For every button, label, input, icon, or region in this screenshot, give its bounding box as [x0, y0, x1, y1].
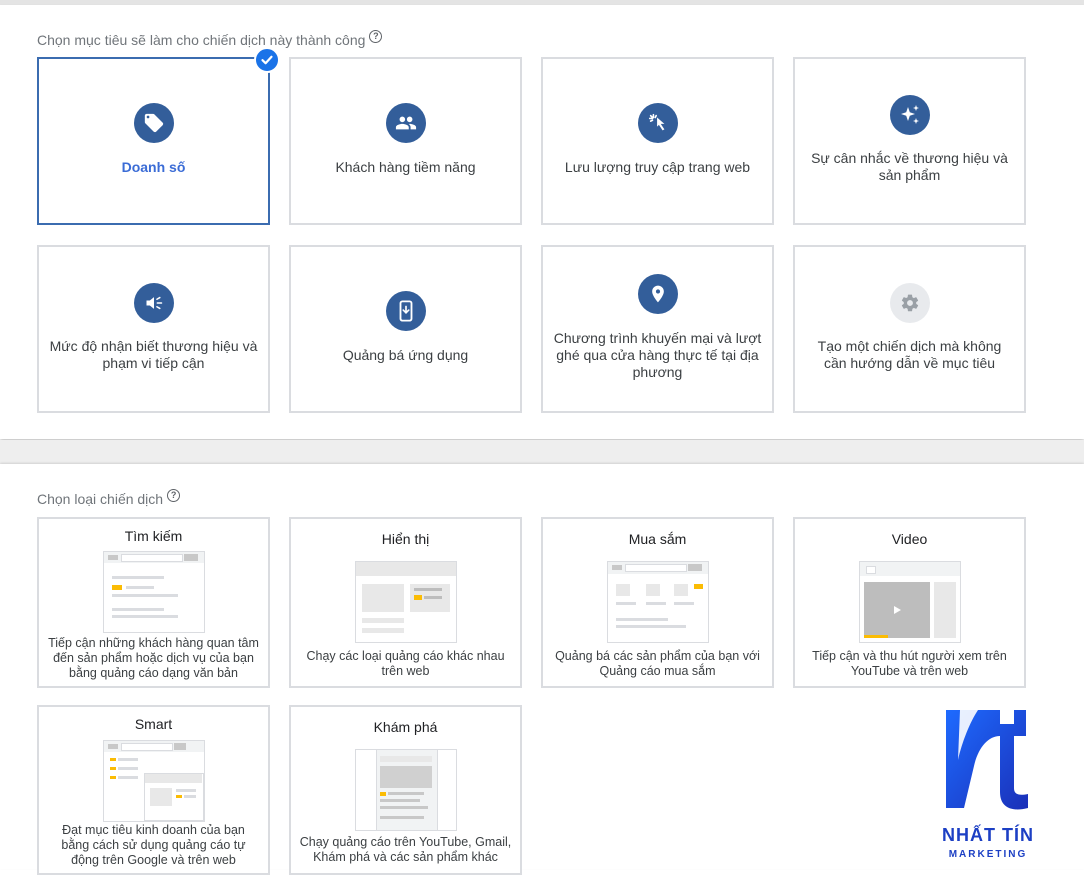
campaign-type-title: Khám phá [373, 719, 438, 735]
campaign-type-title: Tìm kiếm [124, 528, 183, 544]
megaphone-icon [133, 283, 174, 323]
campaign-type-description: Tiếp cận và thu hút người xem trên YouTu… [812, 649, 1007, 678]
goal-label: Mức độ nhận biết thương hiệu và phạm vi … [49, 338, 258, 371]
type-section-title-text: Chọn loại chiến dịch [37, 491, 164, 507]
goal-panel: Chọn mục tiêu sẽ làm cho chiến dịch này … [0, 5, 1084, 439]
nhat-tin-logo: NHẤT TÍN MARKETING [938, 708, 1048, 868]
goal-label: Tạo một chiến dịch mà không cần hướng dẫ… [817, 338, 1002, 371]
smart-preview-thumbnail [102, 740, 205, 822]
display-preview-thumbnail [354, 561, 457, 643]
search-preview-thumbnail [102, 551, 205, 633]
help-icon[interactable]: ? [167, 488, 181, 502]
campaign-type-title: Hiển thị [381, 531, 430, 547]
tag-icon [133, 103, 174, 143]
goal-card-local-store[interactable]: Chương trình khuyến mại và lượt ghé qua … [541, 245, 774, 413]
campaign-type-search[interactable]: Tìm kiếm Tiếp cận những khách hàng quan … [37, 517, 270, 688]
campaign-type-description: Quảng bá các sản phẩm của bạn với Quảng … [555, 649, 760, 678]
logo-subtitle: MARKETING [948, 849, 1028, 860]
discovery-preview-thumbnail [354, 749, 457, 831]
goal-label: Chương trình khuyến mại và lượt ghé qua … [553, 330, 762, 380]
play-icon [893, 606, 901, 614]
cursor-click-icon [637, 103, 678, 143]
gear-icon [889, 283, 930, 323]
video-preview-thumbnail [858, 561, 961, 643]
people-icon [385, 103, 426, 143]
goal-card-website-traffic[interactable]: Lưu lượng truy cập trang web [541, 57, 774, 225]
campaign-type-description: Chạy các loại quảng cáo khác nhau trên w… [306, 649, 505, 678]
phone-download-icon [385, 291, 426, 331]
goal-card-app-promotion[interactable]: Quảng bá ứng dụng [289, 245, 522, 413]
goal-label: Khách hàng tiềm năng [335, 159, 476, 175]
shopping-preview-thumbnail [606, 561, 709, 643]
campaign-type-shopping[interactable]: Mua sắm Quảng bá các sản phẩm của bạn vớ… [541, 517, 774, 688]
campaign-type-title: Smart [134, 716, 173, 732]
campaign-type-display[interactable]: Hiển thị Chạy các loại quảng cáo khác nh… [289, 517, 522, 688]
type-section-title: Chọn loại chiến dịch ? [37, 488, 181, 507]
sparkle-icon [889, 95, 930, 135]
goal-section-title: Chọn mục tiêu sẽ làm cho chiến dịch này … [37, 29, 383, 48]
goal-section-title-text: Chọn mục tiêu sẽ làm cho chiến dịch này … [37, 32, 366, 48]
campaign-type-description: Chạy quảng cáo trên YouTube, Gmail, Khám… [299, 835, 512, 864]
campaign-type-description: Đạt mục tiêu kinh doanh của bạn bằng các… [61, 823, 246, 867]
campaign-type-video[interactable]: Video Tiếp cận và thu hút người xem trên… [793, 517, 1026, 688]
location-pin-icon [637, 274, 678, 314]
goal-card-leads[interactable]: Khách hàng tiềm năng [289, 57, 522, 225]
goal-label: Lưu lượng truy cập trang web [564, 159, 751, 175]
goal-label: Doanh số [121, 159, 186, 175]
nt-logo-mark [946, 710, 1028, 810]
goal-card-no-guidance[interactable]: Tạo một chiến dịch mà không cần hướng dẫ… [793, 245, 1026, 413]
campaign-type-title: Video [891, 531, 928, 547]
goal-label: Sự cân nhắc về thương hiệu và sản phẩm [811, 150, 1008, 183]
campaign-type-smart[interactable]: Smart Đạt mục tiêu kinh doanh của bạn bằ… [37, 705, 270, 875]
goal-card-brand-consideration[interactable]: Sự cân nhắc về thương hiệu và sản phẩm [793, 57, 1026, 225]
checkmark-icon [254, 47, 280, 73]
goal-label: Quảng bá ứng dụng [342, 347, 469, 363]
logo-name: NHẤT TÍN [942, 825, 1034, 845]
campaign-type-discovery[interactable]: Khám phá Chạy quảng cáo trên YouTube, Gm… [289, 705, 522, 875]
campaign-type-description: Tiếp cận những khách hàng quan tâm đến s… [48, 636, 259, 680]
goal-card-sales[interactable]: Doanh số [37, 47, 280, 225]
section-gap [0, 440, 1084, 464]
help-icon[interactable]: ? [369, 29, 383, 43]
campaign-type-panel: Chọn loại chiến dịch ? Tìm kiếm Tiếp cận… [0, 464, 1084, 875]
campaign-type-title: Mua sắm [628, 531, 687, 547]
goal-card-brand-awareness[interactable]: Mức độ nhận biết thương hiệu và phạm vi … [37, 245, 270, 413]
